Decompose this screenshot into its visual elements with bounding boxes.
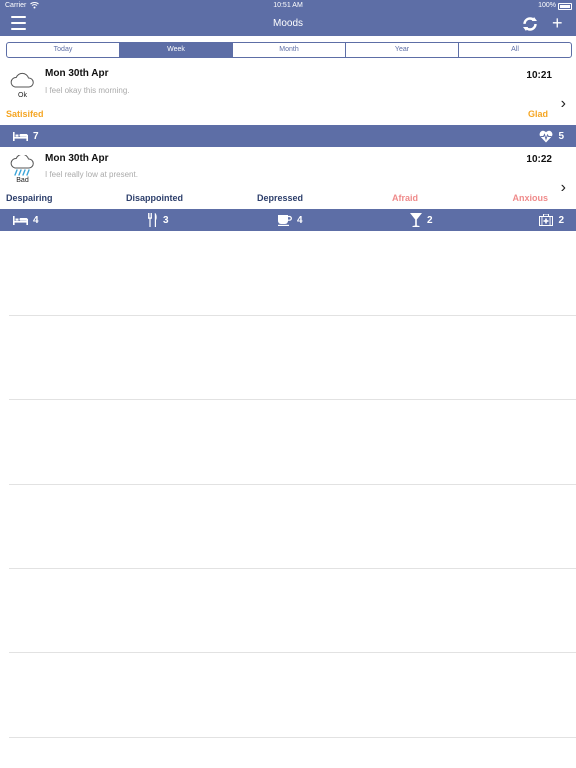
page-title: Moods <box>272 18 303 29</box>
mood-label: Ok <box>18 92 27 99</box>
clock: 10:51 AM <box>273 2 303 9</box>
bed-icon <box>13 131 28 141</box>
feeling-tag: Depressed <box>257 193 304 203</box>
entry-time: 10:21 <box>526 70 552 81</box>
entry-note: I feel okay this morning. <box>45 86 130 95</box>
feeling-tag: Anxious <box>512 193 548 203</box>
sync-icon[interactable] <box>522 16 538 37</box>
stat-food: 3 <box>147 209 169 231</box>
stat-sleep: 7 <box>13 125 39 147</box>
mood-label: Bad <box>16 177 29 184</box>
row-divider <box>9 737 576 738</box>
stat-caffeine: 4 <box>278 209 303 231</box>
entry-stats-bar: 4 3 4 2 2 <box>0 209 576 231</box>
stat-value: 2 <box>427 214 433 226</box>
entry-note: I feel really low at present. <box>45 170 138 179</box>
mood-entry[interactable]: Bad Mon 30th Apr I feel really low at pr… <box>0 147 576 209</box>
feeling-tag: Glad <box>527 109 548 119</box>
stat-alcohol: 2 <box>410 209 433 231</box>
segment-year[interactable]: Year <box>346 43 459 57</box>
stat-health: 5 <box>539 125 564 147</box>
stat-value: 7 <box>33 130 39 142</box>
entry-time: 10:22 <box>526 154 552 165</box>
stat-value: 5 <box>558 130 564 142</box>
entry-date: Mon 30th Apr <box>45 153 109 164</box>
period-segmented-control: Today Week Month Year All <box>6 42 572 58</box>
segment-all[interactable]: All <box>459 43 571 57</box>
stat-medication: 2 <box>539 209 564 231</box>
stat-value: 3 <box>163 214 169 226</box>
row-divider <box>9 315 576 316</box>
chevron-right-icon[interactable]: › <box>561 179 566 197</box>
feeling-tag: Afraid <box>392 193 419 203</box>
bed-icon <box>13 215 28 225</box>
rain-cloud-icon <box>9 153 35 176</box>
coffee-icon <box>278 214 292 226</box>
chevron-right-icon[interactable]: › <box>561 95 566 113</box>
stat-value: 4 <box>297 214 303 226</box>
stat-value: 4 <box>33 214 39 226</box>
entry-date: Mon 30th Apr <box>45 68 109 79</box>
medical-kit-icon <box>539 214 554 226</box>
row-divider <box>9 484 576 485</box>
segment-week[interactable]: Week <box>120 43 233 57</box>
nav-bar: Moods + <box>0 12 576 36</box>
feeling-tag: Despairing <box>6 193 53 203</box>
mood-entry[interactable]: Ok Mon 30th Apr I feel okay this morning… <box>0 62 576 125</box>
stat-sleep: 4 <box>13 209 39 231</box>
stat-value: 2 <box>558 214 564 226</box>
segment-month[interactable]: Month <box>233 43 346 57</box>
row-divider <box>9 399 576 400</box>
segment-today[interactable]: Today <box>7 43 120 57</box>
row-divider <box>9 568 576 569</box>
battery-icon <box>558 3 572 10</box>
battery-percent: 100% <box>538 2 556 9</box>
fork-knife-icon <box>147 213 158 227</box>
heart-rate-icon <box>539 130 553 143</box>
feeling-tag: Satisifed <box>6 109 44 119</box>
status-bar: Carrier 10:51 AM 100% <box>0 0 576 12</box>
feeling-tag: Disappointed <box>126 193 184 203</box>
cocktail-icon <box>410 213 422 227</box>
row-divider <box>9 652 576 653</box>
entry-stats-bar: 7 5 <box>0 125 576 147</box>
cloud-icon <box>9 70 35 90</box>
add-icon[interactable]: + <box>552 14 563 32</box>
